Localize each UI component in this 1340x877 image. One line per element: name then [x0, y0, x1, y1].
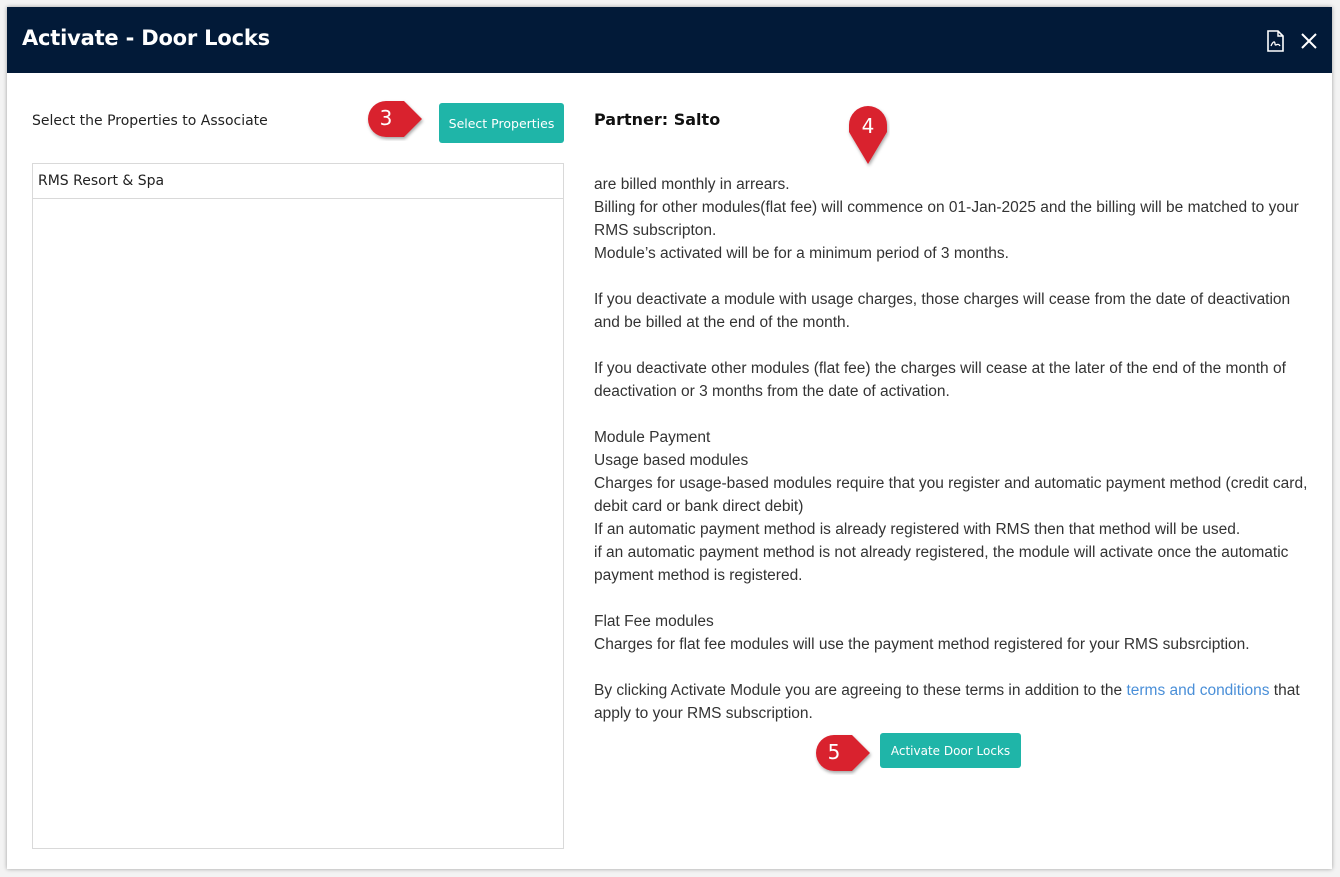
terms-scroll-area[interactable]: are billed monthly in arrears. Billing f… [594, 175, 1314, 725]
terms-deactivate-usage: If you deactivate a module with usage ch… [594, 291, 1291, 331]
pdf-file-icon[interactable] [1265, 30, 1285, 52]
terms-partial-line: are billed monthly in arrears. [594, 176, 790, 193]
properties-list: RMS Resort & Spa [32, 163, 564, 849]
activate-dialog: Activate - Door Locks Select the Propert… [7, 7, 1332, 869]
terms-agreement: By clicking Activate Module you are agre… [594, 679, 1314, 725]
terms-flat-heading: Flat Fee modules [594, 613, 714, 630]
terms-usage-heading: Usage based modules [594, 452, 749, 469]
dialog-header: Activate - Door Locks [7, 7, 1332, 73]
terms-agree-before: By clicking Activate Module you are agre… [594, 682, 1127, 699]
callout-number: 3 [379, 106, 393, 130]
partner-label: Partner: Salto [594, 110, 721, 129]
terms-and-conditions-link[interactable]: terms and conditions [1126, 682, 1269, 699]
terms-flat-1: Charges for flat fee modules will use th… [594, 636, 1250, 653]
terms-billing-1: Billing for other modules(flat fee) will… [594, 199, 1299, 239]
list-item[interactable]: RMS Resort & Spa [33, 164, 563, 199]
callout-number: 4 [861, 114, 875, 138]
select-properties-button[interactable]: Select Properties [439, 103, 564, 143]
callout-number: 5 [827, 740, 841, 764]
terms-deactivate-flat: If you deactivate other modules (flat fe… [594, 360, 1286, 400]
terms-usage-1: Charges for usage-based modules require … [594, 475, 1308, 515]
properties-label: Select the Properties to Associate [32, 113, 268, 129]
terms-usage-2: If an automatic payment method is alread… [594, 521, 1241, 538]
callout-marker-3: 3 [366, 99, 436, 141]
activate-door-locks-button[interactable]: Activate Door Locks [880, 733, 1021, 768]
callout-marker-4: 4 [846, 104, 890, 170]
terms-payment-heading: Module Payment [594, 429, 711, 446]
terms-billing-2: Module’s activated will be for a minimum… [594, 245, 1009, 262]
close-icon[interactable] [1300, 32, 1318, 50]
dialog-title: Activate - Door Locks [22, 26, 270, 50]
callout-marker-5: 5 [814, 733, 884, 775]
terms-usage-3: if an automatic payment method is not al… [594, 544, 1289, 584]
